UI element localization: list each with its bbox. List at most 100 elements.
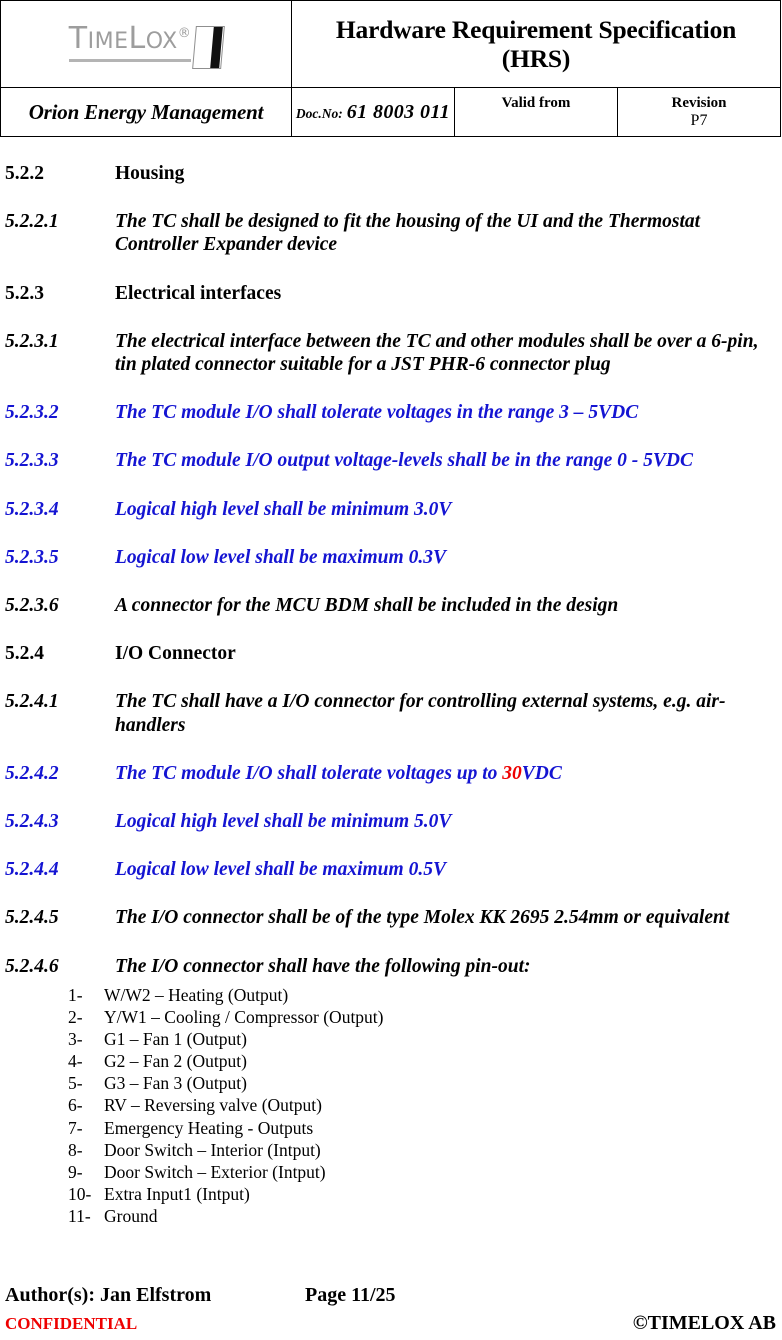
footer-primary-row: Author(s): Jan Elfstrom Page 11/25 — [0, 1284, 782, 1312]
requirement-text: Logical high level shall be minimum 3.0V — [115, 498, 452, 520]
valid-from-inner: Valid from — [455, 95, 617, 129]
pin-number: 5- — [68, 1073, 83, 1094]
pin-number: 9- — [68, 1161, 83, 1182]
section-title: Housing — [115, 163, 185, 184]
pin-label: Ground — [104, 1206, 158, 1227]
pin-number: 1- — [68, 984, 83, 1005]
requirement-number: 5.2.4.4 — [5, 859, 59, 881]
timelox-logo: TIMELOX® — [1, 20, 291, 69]
requirement-text-highlight: 30 — [502, 762, 522, 784]
requirement-5-2-3-6: 5.2.3.6 A connector for the MCU BDM shal… — [0, 594, 782, 617]
pin-label: RV – Reversing valve (Output) — [104, 1095, 322, 1116]
logo-wordmark: TIMELOX® — [68, 20, 192, 62]
confidentiality-notice: CONFIDENTIAL — [5, 1314, 138, 1333]
pin-number: 11- — [68, 1206, 91, 1227]
logo-letter-t: T — [68, 20, 88, 56]
valid-from-value — [455, 112, 617, 130]
logo-underline-rule — [68, 58, 192, 62]
page-title-line1: Hardware Requirement Specification — [335, 14, 737, 44]
pin-label: G3 – Fan 3 (Output) — [104, 1073, 247, 1094]
requirement-text: The TC module I/O shall tolerate voltage… — [115, 762, 778, 785]
list-item: 4- G2 – Fan 2 (Output) — [0, 1050, 782, 1072]
document-number-cell: Doc.No: 61 8003 011 — [291, 87, 455, 137]
pin-label: G2 – Fan 2 (Output) — [104, 1051, 247, 1072]
list-item: 10- Extra Input1 (Intput) — [0, 1183, 782, 1205]
page-title-line2: (HRS) — [501, 44, 571, 73]
list-item: 7- Emergency Heating - Outputs — [0, 1117, 782, 1139]
requirement-text: The TC shall have a I/O connector for co… — [115, 691, 726, 736]
logo-letters-ime: IME — [87, 28, 129, 54]
pin-label: Door Switch – Exterior (Intput) — [104, 1161, 326, 1182]
pin-label: W/W2 – Heating (Output) — [104, 984, 289, 1005]
keycard-icon — [192, 25, 226, 69]
section-number: 5.2.3 — [5, 282, 44, 304]
requirement-number: 5.2.3.1 — [5, 330, 59, 352]
section-heading-5-2-2: 5.2.2 Housing — [0, 162, 782, 185]
pin-number: 2- — [68, 1006, 83, 1027]
requirement-number: 5.2.3.3 — [5, 450, 59, 472]
footer-author: Author(s): Jan Elfstrom — [5, 1284, 212, 1306]
revision-value: P7 — [690, 111, 708, 129]
requirement-text: A connector for the MCU BDM shall be inc… — [115, 595, 619, 617]
requirement-text: Logical low level shall be maximum 0.3V — [115, 546, 446, 568]
requirement-text: Logical low level shall be maximum 0.5V — [115, 859, 446, 881]
section-heading-5-2-4: 5.2.4 I/O Connector — [0, 642, 782, 665]
pin-number: 10- — [68, 1183, 92, 1204]
requirement-number: 5.2.4.1 — [5, 691, 59, 713]
requirement-5-2-3-2: 5.2.3.2 The TC module I/O shall tolerate… — [0, 401, 782, 424]
requirement-5-2-3-1: 5.2.3.1 The electrical interface between… — [0, 330, 782, 376]
requirement-number: 5.2.4.3 — [5, 811, 59, 833]
requirement-number: 5.2.4.6 — [5, 955, 59, 977]
requirement-5-2-3-4: 5.2.3.4 Logical high level shall be mini… — [0, 498, 782, 521]
document-header-table: TIMELOX® Hardware Requirement Specificat… — [0, 0, 781, 137]
requirement-5-2-4-2: 5.2.4.2 The TC module I/O shall tolerate… — [0, 762, 782, 785]
requirement-5-2-4-4: 5.2.4.4 Logical low level shall be maxim… — [0, 858, 782, 881]
header-row-meta: Orion Energy Management Doc.No: 61 8003 … — [0, 87, 781, 137]
requirement-text: Logical high level shall be minimum 5.0V — [115, 811, 452, 833]
pin-number: 7- — [68, 1117, 83, 1138]
document-number-value: 61 8003 011 — [346, 100, 451, 123]
pinout-list: 1- W/W2 – Heating (Output) 2- Y/W1 – Coo… — [0, 984, 782, 1227]
requirement-text: The TC module I/O shall tolerate voltage… — [115, 402, 639, 424]
list-item: 8- Door Switch – Interior (Intput) — [0, 1139, 782, 1161]
logo-letters-ox: OX — [145, 28, 178, 54]
product-name: Orion Energy Management — [28, 99, 264, 124]
requirement-number: 5.2.4.5 — [5, 907, 59, 929]
list-item: 1- W/W2 – Heating (Output) — [0, 984, 782, 1006]
list-item: 3- G1 – Fan 1 (Output) — [0, 1028, 782, 1050]
pin-label: Y/W1 – Cooling / Compressor (Output) — [104, 1006, 384, 1027]
header-row-title: TIMELOX® Hardware Requirement Specificat… — [0, 0, 781, 88]
requirement-number: 5.2.3.5 — [5, 546, 59, 568]
requirement-text: The I/O connector shall be of the type M… — [115, 907, 730, 929]
logo-cell: TIMELOX® — [0, 0, 292, 88]
list-item: 5- G3 – Fan 3 (Output) — [0, 1072, 782, 1094]
requirement-number: 5.2.4.2 — [5, 762, 59, 784]
pin-number: 8- — [68, 1139, 83, 1160]
document-title-cell: Hardware Requirement Specification (HRS) — [291, 0, 781, 88]
requirement-number: 5.2.3.2 — [5, 402, 59, 424]
requirement-text: The TC module I/O output voltage-levels … — [115, 450, 693, 472]
section-title: I/O Connector — [115, 643, 236, 665]
registered-trademark-icon: ® — [177, 25, 192, 41]
section-title: Electrical interfaces — [115, 282, 282, 304]
pin-number: 4- — [68, 1051, 83, 1072]
requirement-5-2-4-3: 5.2.4.3 Logical high level shall be mini… — [0, 810, 782, 833]
valid-from-cell: Valid from — [454, 87, 618, 137]
pin-label: Emergency Heating - Outputs — [104, 1117, 314, 1138]
page-title: Hardware Requirement Specification (HRS) — [292, 15, 780, 74]
